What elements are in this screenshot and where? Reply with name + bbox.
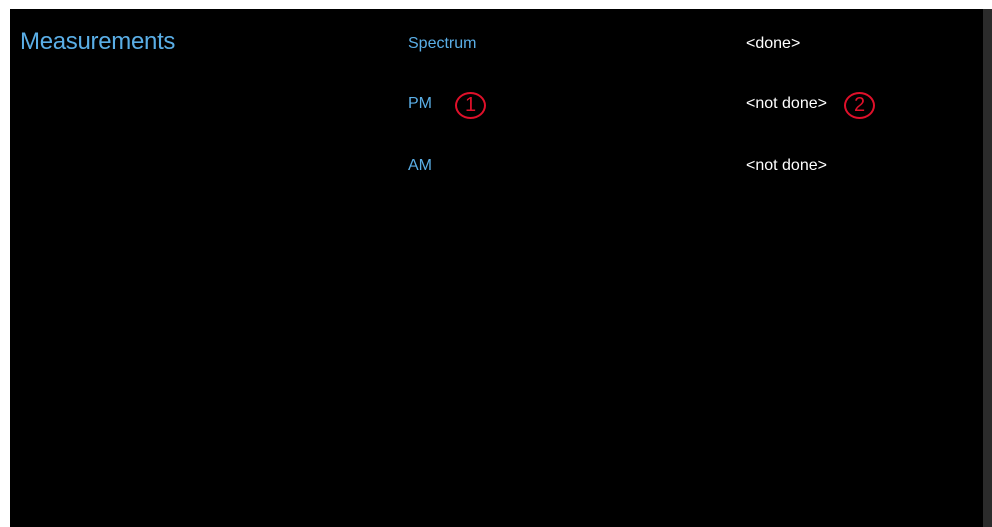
measurement-status: <not done> — [746, 157, 827, 174]
callout-marker-2: 2 — [844, 92, 875, 119]
measurement-name[interactable]: AM — [408, 151, 432, 181]
measurement-name[interactable]: Spectrum — [408, 29, 476, 59]
callout-marker-1: 1 — [455, 92, 486, 119]
measurement-name[interactable]: PM — [408, 89, 432, 119]
measurement-row-am[interactable]: AM <not done> — [10, 151, 983, 181]
measurement-row-spectrum[interactable]: Spectrum <done> — [10, 29, 983, 59]
measurement-status: <done> — [746, 35, 801, 52]
measurements-panel: Measurements Spectrum <done> PM 1 <not d… — [10, 9, 983, 527]
measurement-status: <not done> — [746, 95, 827, 112]
window-edge — [983, 9, 992, 527]
measurement-row-pm[interactable]: PM 1 <not done> 2 — [10, 89, 983, 119]
